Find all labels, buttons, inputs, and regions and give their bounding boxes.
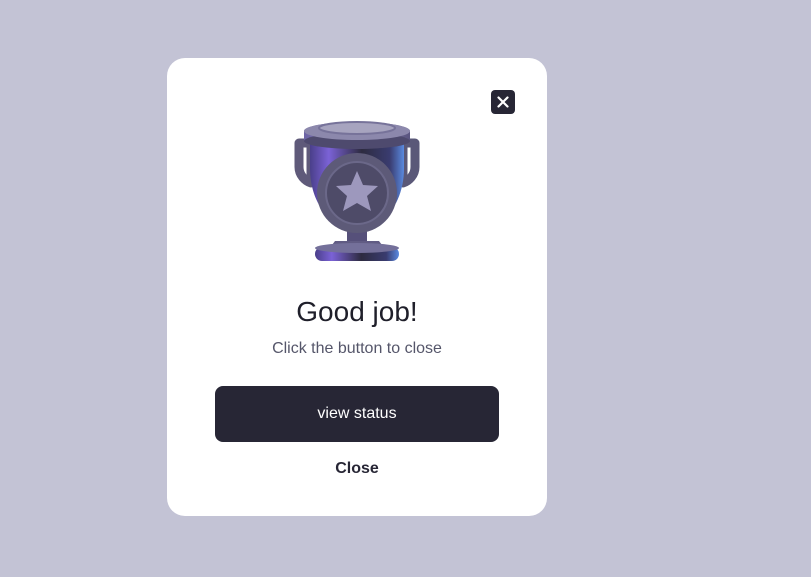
close-button[interactable]: Close [307,460,407,478]
trophy-icon [294,121,420,261]
success-modal: Good job! Click the button to close view… [167,58,547,516]
close-icon-button[interactable] [491,90,515,114]
close-icon [497,96,509,108]
view-status-button[interactable]: view status [215,386,499,442]
modal-subtitle: Click the button to close [272,340,442,357]
modal-title: Good job! [296,296,418,327]
